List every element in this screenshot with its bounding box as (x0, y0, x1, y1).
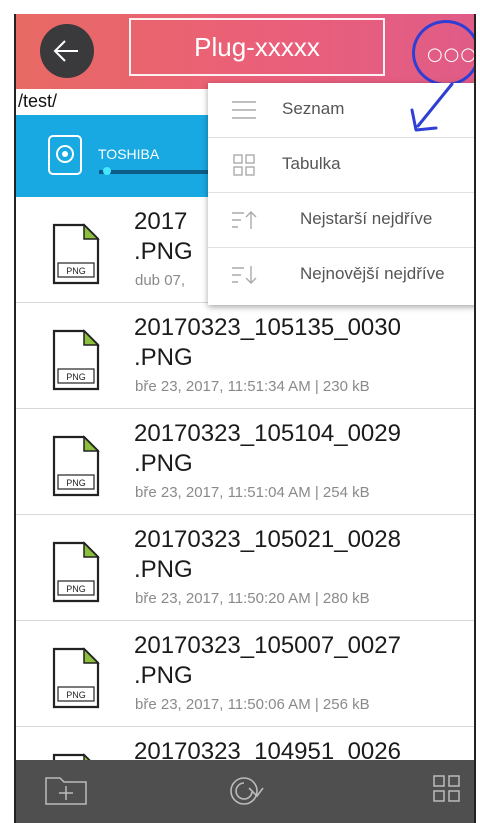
svg-text:PNG: PNG (66, 266, 86, 276)
menu-item-grid[interactable]: Tabulka (208, 138, 474, 193)
refresh-icon (230, 777, 264, 805)
png-file-icon: PNG (52, 435, 100, 497)
new-folder-button[interactable] (44, 772, 88, 812)
svg-text:PNG: PNG (66, 372, 86, 382)
refresh-button[interactable] (226, 772, 266, 812)
file-meta: bře 23, 2017, 11:50:20 AM | 280 kB (135, 590, 370, 607)
menu-item-label: Seznam (282, 99, 345, 118)
current-path: /test/ (18, 91, 58, 111)
back-button[interactable] (40, 24, 94, 78)
svg-text:PNG: PNG (66, 584, 86, 594)
storage-usage-fill (102, 167, 111, 175)
file-row[interactable]: PNG 20170323_105007_0027 .PNG bře 23, 2017… (16, 621, 474, 727)
menu-item-newest-first[interactable]: Nejnovější nejdříve (208, 248, 474, 303)
file-name: 20170323_105135_0030 .PNG (134, 314, 401, 371)
bottom-toolbar (16, 760, 474, 823)
svg-text:PNG: PNG (66, 478, 86, 488)
png-file-icon: PNG (52, 329, 100, 391)
device-title-box: Plug-xxxxx (129, 18, 385, 76)
file-meta: bře 23, 2017, 11:50:06 AM | 256 kB (135, 696, 370, 713)
file-meta: bře 23, 2017, 11:51:04 AM | 254 kB (135, 484, 370, 501)
svg-text:PNG: PNG (66, 690, 86, 700)
file-row[interactable]: PNG 20170323_105104_0029 .PNG bře 23, 2017… (16, 409, 474, 515)
grid-view-icon (433, 775, 460, 802)
png-file-icon: PNG (52, 541, 100, 603)
menu-item-oldest-first[interactable]: Nejstarší nejdříve (208, 193, 474, 248)
file-row[interactable]: PNG 20170323_105021_0028 .PNG bře 23, 2017… (16, 515, 474, 621)
page-title: Plug-xxxxx (194, 31, 320, 62)
file-meta: bře 23, 2017, 11:51:34 AM | 230 kB (135, 378, 370, 395)
hard-drive-icon (48, 135, 82, 175)
file-meta: dub 07, (135, 272, 186, 289)
sort-ascending-icon (232, 211, 257, 229)
storage-name: TOSHIBA (98, 146, 160, 162)
menu-item-label: Nejnovější nejdříve (300, 264, 445, 283)
file-row[interactable]: PNG 20170323_105135_0030 .PNG bře 23, 2017… (16, 303, 474, 409)
menu-item-label: Tabulka (282, 154, 341, 173)
grid-icon (233, 154, 255, 176)
annotation-arrow (410, 82, 454, 132)
app-frame: Plug-xxxxx ○○○ /test/ TOSHIBA PNG 2017 .P… (14, 14, 476, 823)
file-name: 20170323_105021_0028 .PNG (134, 526, 401, 583)
png-file-icon: PNG (52, 647, 100, 709)
file-name: 20170323_105104_0029 .PNG (134, 420, 401, 477)
back-arrow-icon (53, 40, 78, 62)
sort-descending-icon (232, 266, 257, 284)
file-name: 20170323_105007_0027 .PNG (134, 632, 401, 689)
png-file-icon: PNG (52, 223, 100, 285)
grid-view-button[interactable] (430, 772, 464, 812)
menu-item-label: Nejstarší nejdříve (300, 209, 433, 228)
list-icon (232, 101, 256, 119)
new-folder-icon (45, 777, 87, 805)
